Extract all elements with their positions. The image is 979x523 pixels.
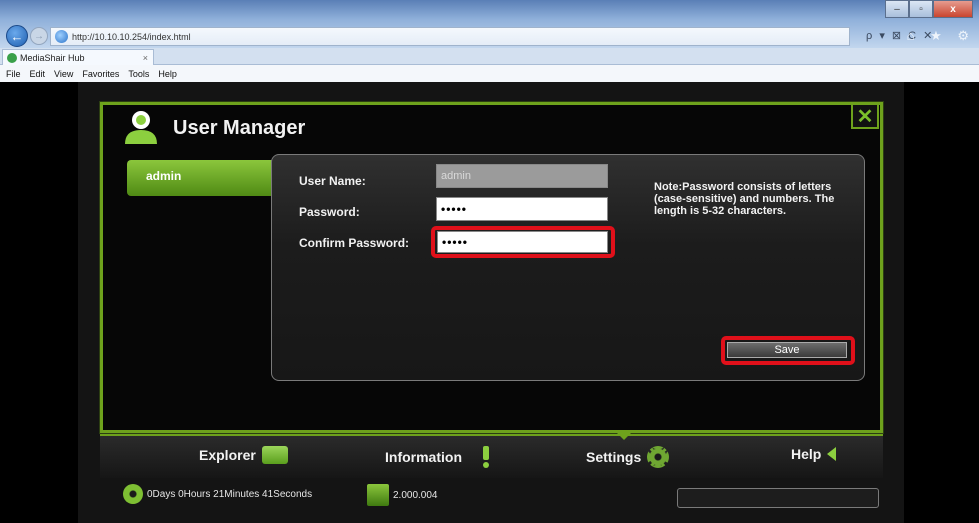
menu-favorites[interactable]: Favorites bbox=[82, 69, 119, 79]
nav-information-label: Information bbox=[385, 449, 462, 465]
nav-settings[interactable]: Settings bbox=[586, 446, 670, 468]
password-label: Password: bbox=[299, 205, 360, 219]
url-text: http://10.10.10.254/index.html bbox=[72, 31, 191, 42]
maximize-button[interactable]: ▫ bbox=[909, 0, 933, 18]
folder-icon bbox=[261, 446, 288, 464]
password-note: Note:Password consists of letters (case-… bbox=[654, 181, 835, 217]
username-field: admin bbox=[436, 164, 608, 188]
nav-settings-label: Settings bbox=[586, 449, 642, 465]
save-button-highlight bbox=[721, 336, 855, 365]
exclamation-icon bbox=[482, 446, 490, 468]
tab-title: MediaShair Hub bbox=[20, 52, 85, 63]
uptime-text: 0Days 0Hours 21Minutes 41Seconds bbox=[147, 488, 313, 500]
arrow-left-icon bbox=[827, 447, 837, 461]
nav-help[interactable]: Help bbox=[791, 446, 837, 462]
nav-explorer[interactable]: Explorer bbox=[199, 446, 288, 464]
nav-information[interactable]: Information bbox=[385, 446, 490, 468]
menu-help[interactable]: Help bbox=[158, 69, 177, 79]
version-text: 2.000.004 bbox=[393, 489, 438, 501]
clock-icon bbox=[123, 484, 143, 504]
browser-tab[interactable]: MediaShair Hub × bbox=[2, 49, 154, 65]
tab-close-icon[interactable]: × bbox=[143, 53, 148, 63]
menu-edit[interactable]: Edit bbox=[30, 69, 46, 79]
minimize-button[interactable]: – bbox=[885, 0, 909, 18]
back-button[interactable]: ← bbox=[6, 25, 28, 47]
dialog-title: User Manager bbox=[173, 117, 306, 139]
dialog-close-button[interactable]: ✕ bbox=[851, 103, 879, 129]
confirm-password-highlight bbox=[431, 226, 615, 258]
active-nav-indicator bbox=[616, 432, 632, 440]
password-field[interactable]: ••••• bbox=[436, 197, 608, 221]
tab-favicon-icon bbox=[7, 52, 17, 63]
menu-bar: File Edit View Favorites Tools Help bbox=[0, 65, 979, 82]
back-arrow-icon: ← bbox=[10, 28, 24, 44]
nav-explorer-label: Explorer bbox=[199, 447, 256, 463]
user-icon bbox=[125, 111, 157, 144]
version-status: 2.000.004 bbox=[367, 484, 438, 506]
gear-icon bbox=[647, 446, 670, 468]
nav-help-label: Help bbox=[791, 446, 822, 462]
status-field bbox=[677, 488, 879, 508]
uptime-status: 0Days 0Hours 21Minutes 41Seconds bbox=[123, 484, 312, 504]
address-bar[interactable]: http://10.10.10.254/index.html bbox=[50, 27, 850, 46]
user-tab-admin[interactable]: admin bbox=[127, 160, 282, 196]
window-close-button[interactable]: x bbox=[933, 0, 973, 18]
site-favicon-icon bbox=[55, 30, 68, 43]
browser-chrome: ← → http://10.10.10.254/index.html ρ ▾ ⊠… bbox=[0, 0, 979, 82]
menu-file[interactable]: File bbox=[6, 69, 21, 79]
forward-button[interactable]: → bbox=[30, 27, 48, 45]
close-icon: ✕ bbox=[856, 105, 874, 128]
tab-bar: MediaShair Hub × bbox=[0, 48, 979, 65]
username-label: User Name: bbox=[299, 174, 366, 188]
firmware-box-icon bbox=[367, 484, 389, 506]
forward-arrow-icon: → bbox=[34, 30, 44, 42]
window-controls: – ▫ x bbox=[885, 0, 973, 18]
confirm-password-label: Confirm Password: bbox=[299, 236, 410, 250]
browser-right-icons[interactable]: ⌂ ★ ⚙ bbox=[907, 28, 975, 44]
menu-tools[interactable]: Tools bbox=[128, 69, 149, 79]
menu-view[interactable]: View bbox=[54, 69, 73, 79]
